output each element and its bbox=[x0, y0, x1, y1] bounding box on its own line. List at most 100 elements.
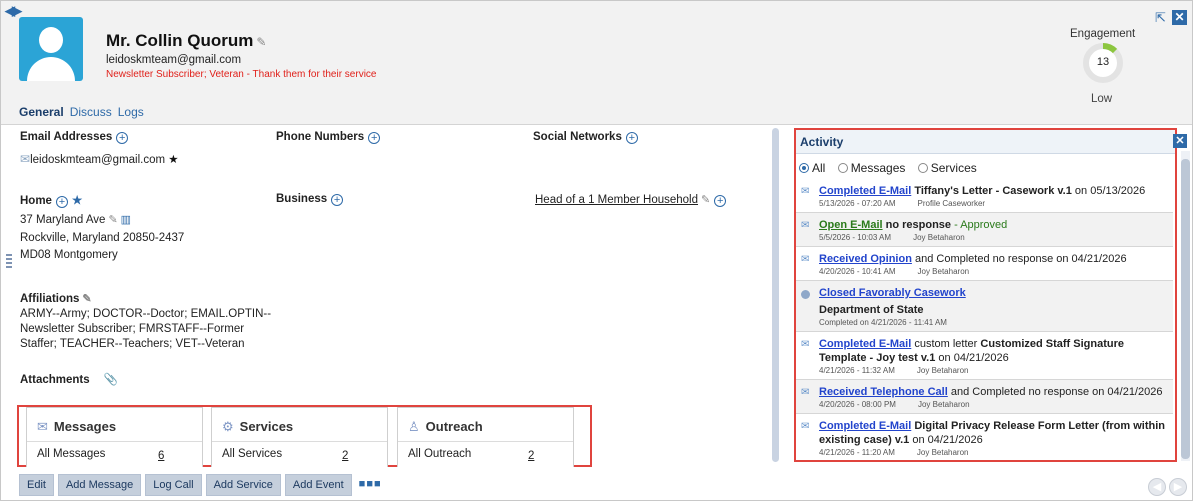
profile-header: ◀▶ Mr. Collin Quorum ✎ leidoskmteam@gmail… bbox=[1, 1, 1192, 125]
expand-arrows-icon[interactable]: ◀▶ bbox=[5, 3, 22, 19]
activity-link[interactable]: Received Telephone Call bbox=[819, 386, 948, 398]
action-toolbar: Edit Add Message Log Call Add Service Ad… bbox=[19, 474, 382, 496]
activity-link[interactable]: Completed E-Mail bbox=[819, 420, 911, 432]
resize-grip[interactable] bbox=[6, 254, 12, 270]
add-social-icon[interactable]: + bbox=[625, 132, 638, 144]
all-services-label: All Services bbox=[222, 448, 283, 460]
tab-logs[interactable]: Logs bbox=[118, 105, 144, 119]
activity-detail: on 04/21/2026 bbox=[935, 352, 1009, 364]
popout-icon[interactable]: ⇱ bbox=[1153, 10, 1168, 25]
paperclip-icon[interactable]: 📎 bbox=[104, 374, 118, 386]
next-icon[interactable]: ▶ bbox=[1169, 478, 1187, 496]
services-icon: ⚙ bbox=[222, 419, 234, 434]
all-messages-label: All Messages bbox=[37, 448, 106, 460]
edit-affiliations-icon[interactable]: ✎ bbox=[82, 293, 91, 305]
activity-list: ✉ Completed E-Mail Tiffany's Letter - Ca… bbox=[796, 179, 1173, 460]
profile-tabs: General Discuss Logs bbox=[19, 105, 150, 119]
envelope-icon: ✉ bbox=[801, 339, 810, 350]
log-call-button[interactable]: Log Call bbox=[145, 474, 202, 496]
affiliations-line: Newsletter Subscriber; FMRSTAFF--Former bbox=[20, 323, 245, 335]
add-household-icon[interactable]: + bbox=[714, 195, 727, 207]
activity-link[interactable]: Open E-Mail bbox=[819, 219, 883, 231]
activity-date: 4/21/2026 - 11:20 AM bbox=[819, 448, 895, 457]
edit-household-icon[interactable]: ✎ bbox=[701, 193, 710, 206]
add-service-button[interactable]: Add Service bbox=[205, 474, 281, 496]
filter-services[interactable]: Services bbox=[917, 161, 977, 175]
activity-user: Joy Betaharon bbox=[916, 366, 969, 375]
home-text: Home bbox=[20, 195, 52, 207]
activity-date: 5/13/2026 - 07:20 AM bbox=[819, 199, 896, 208]
add-business-icon[interactable]: + bbox=[331, 194, 344, 206]
household-text[interactable]: Head of a 1 Member Household bbox=[535, 194, 698, 206]
envelope-icon: ✉ bbox=[801, 421, 810, 432]
messages-count[interactable]: 6 bbox=[158, 450, 164, 462]
activity-link[interactable]: Received Opinion bbox=[819, 253, 912, 265]
avatar bbox=[19, 17, 83, 81]
name-text: Mr. Collin Quorum bbox=[106, 31, 254, 50]
person-icon: ♙ bbox=[408, 419, 420, 434]
add-email-icon[interactable]: + bbox=[116, 132, 129, 144]
activity-item: Closed Favorably Casework Department of … bbox=[796, 281, 1173, 332]
envelope-icon: ✉ bbox=[37, 419, 48, 434]
close-activity-icon[interactable]: ✕ bbox=[1173, 134, 1187, 148]
add-message-button[interactable]: Add Message bbox=[57, 474, 142, 496]
radio-icon[interactable] bbox=[837, 163, 848, 173]
activity-item: ✉ Completed E-Mail custom letter Customi… bbox=[796, 332, 1173, 380]
tab-general[interactable]: General bbox=[19, 105, 64, 119]
filter-all[interactable]: All bbox=[799, 161, 825, 175]
map-icon[interactable]: ▥ bbox=[121, 214, 131, 226]
messages-widget[interactable]: ✉ Messages All Messages 6 bbox=[26, 407, 203, 467]
household-link[interactable]: Head of a 1 Member Household ✎ + bbox=[535, 193, 727, 207]
filter-messages-label: Messages bbox=[850, 161, 906, 175]
panel-splitter[interactable] bbox=[772, 128, 779, 462]
filter-messages[interactable]: Messages bbox=[837, 161, 906, 175]
services-title-text: Services bbox=[239, 419, 294, 434]
activity-date: 5/5/2026 - 10:03 AM bbox=[819, 233, 892, 242]
activity-detail: custom letter bbox=[911, 338, 981, 350]
edit-name-icon[interactable]: ✎ bbox=[256, 35, 266, 49]
tab-discuss[interactable]: Discuss bbox=[70, 105, 112, 119]
more-actions-icon[interactable]: ■■■ bbox=[359, 474, 382, 496]
primary-star-icon: ★ bbox=[165, 154, 179, 166]
scrollbar-thumb[interactable] bbox=[1181, 159, 1190, 459]
phone-numbers-label: Phone Numbers + bbox=[276, 131, 381, 144]
activity-user: Joy Betaharon bbox=[913, 233, 965, 242]
activity-item: ✉ Open E-Mail no response - Approved 5/5… bbox=[796, 213, 1173, 247]
engagement-score: 13 bbox=[1096, 56, 1110, 68]
activity-link[interactable]: Closed Favorably Casework bbox=[819, 287, 966, 299]
envelope-icon: ✉ bbox=[801, 186, 810, 197]
radio-selected-icon[interactable] bbox=[799, 163, 809, 173]
add-phone-icon[interactable]: + bbox=[368, 132, 381, 144]
services-widget-title: ⚙ Services bbox=[222, 419, 293, 435]
outreach-count[interactable]: 2 bbox=[528, 450, 534, 462]
activity-subject: Department of State bbox=[819, 304, 924, 316]
affiliations-label: Affiliations ✎ bbox=[20, 292, 92, 305]
outreach-title-text: Outreach bbox=[425, 419, 483, 434]
affiliations-line: Staffer; TEACHER--Teachers; VET--Veteran bbox=[20, 338, 245, 350]
constituent-name: Mr. Collin Quorum ✎ bbox=[106, 31, 266, 51]
home-label: Home + ★ bbox=[20, 193, 82, 208]
email-addresses-label: Email Addresses + bbox=[20, 131, 129, 144]
activity-link[interactable]: Completed E-Mail bbox=[819, 338, 911, 350]
services-count[interactable]: 2 bbox=[342, 450, 348, 462]
casework-icon bbox=[801, 290, 810, 299]
email-value[interactable]: leidoskmteam@gmail.com bbox=[30, 154, 165, 166]
activity-title: Activity bbox=[800, 135, 844, 149]
activity-link[interactable]: Completed E-Mail bbox=[819, 185, 911, 197]
add-event-button[interactable]: Add Event bbox=[284, 474, 352, 496]
favorite-star-icon[interactable]: ★ bbox=[72, 195, 82, 207]
all-outreach-label: All Outreach bbox=[408, 448, 472, 460]
edit-button[interactable]: Edit bbox=[19, 474, 54, 496]
close-icon[interactable]: ✕ bbox=[1172, 10, 1187, 25]
address-line-1: 37 Maryland Ave ✎ ▥ bbox=[20, 213, 131, 226]
email-addresses-text: Email Addresses bbox=[20, 131, 113, 143]
add-home-address-icon[interactable]: + bbox=[55, 196, 68, 208]
activity-item: ✉ Completed E-Mail Tiffany's Letter - Ca… bbox=[796, 179, 1173, 213]
outreach-widget[interactable]: ♙ Outreach All Outreach 2 bbox=[397, 407, 574, 467]
services-widget[interactable]: ⚙ Services All Services 2 bbox=[211, 407, 388, 467]
edit-address-icon[interactable]: ✎ bbox=[108, 214, 117, 226]
constituent-tagline: Newsletter Subscriber; Veteran - Thank t… bbox=[106, 69, 377, 80]
radio-icon[interactable] bbox=[917, 163, 928, 173]
envelope-icon: ✉ bbox=[801, 254, 810, 265]
previous-icon[interactable]: ◀ bbox=[1148, 478, 1166, 496]
